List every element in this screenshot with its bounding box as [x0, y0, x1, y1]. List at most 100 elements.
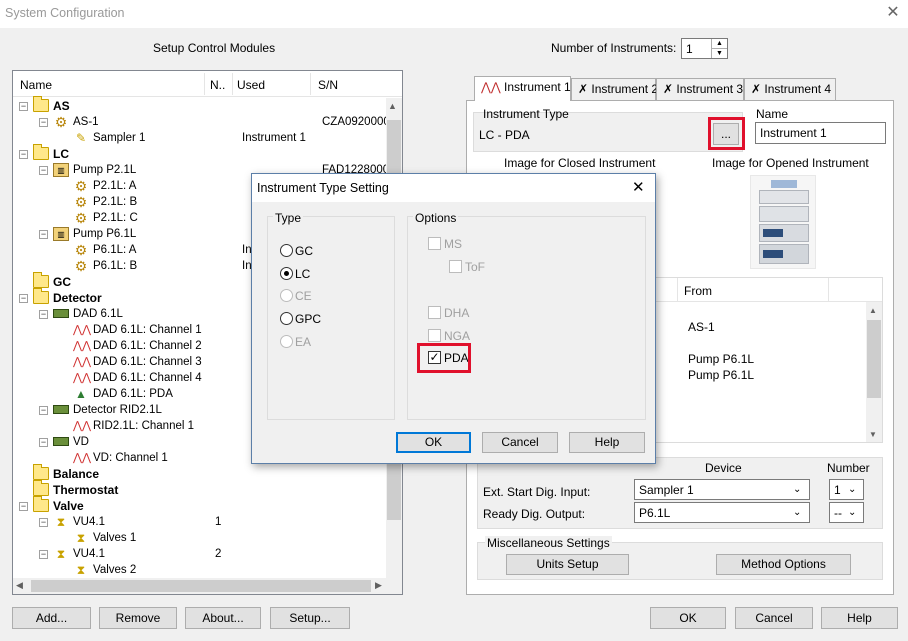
scroll-up-icon[interactable]: ▲ — [869, 306, 877, 315]
column-name[interactable]: Name — [20, 78, 52, 92]
folder-icon — [33, 288, 49, 304]
method-options-button[interactable]: Method Options — [716, 554, 851, 575]
close-icon[interactable]: ✕ — [632, 178, 645, 196]
help-button[interactable]: Help — [821, 607, 898, 629]
scroll-down-icon[interactable]: ▼ — [869, 430, 877, 439]
tab-instrument-1[interactable]: ⋀⋀ Instrument 1 — [474, 76, 571, 101]
from-column[interactable]: From — [684, 284, 712, 298]
tree-item[interactable]: ⧗ Valves 1 — [13, 530, 385, 546]
pen-icon: ✎ — [75, 131, 87, 145]
add-button[interactable]: Add... — [12, 607, 91, 629]
tree-item[interactable]: ⧗ Valves 2 — [13, 562, 385, 578]
dialog-ok-button[interactable]: OK — [396, 432, 471, 453]
cancel-button[interactable]: Cancel — [735, 607, 813, 629]
window-title: System Configuration — [5, 6, 125, 20]
type-radio-label: CE — [295, 289, 312, 303]
dialog-help-button[interactable]: Help — [569, 432, 645, 453]
tree-item-label: Valves 2 — [93, 564, 137, 576]
name-label: Name — [756, 107, 789, 121]
spin-up-icon[interactable]: ▲ — [711, 39, 727, 48]
about-button[interactable]: About... — [185, 607, 261, 629]
collapse-toggle-icon[interactable]: − — [19, 150, 28, 159]
instrument-type-dialog: Instrument Type Setting ✕ Type GC LC CE GPC… — [251, 173, 656, 464]
collapse-toggle-icon[interactable]: − — [39, 166, 48, 175]
collapse-toggle-icon[interactable]: − — [19, 102, 28, 111]
tab-instrument-2[interactable]: ✗ Instrument 2 — [571, 78, 658, 100]
tree-item-label: P2.1L: C — [93, 212, 138, 224]
folder-icon — [33, 96, 49, 112]
ready-device-select[interactable]: P6.1L ⌄ — [634, 502, 810, 523]
tree-item[interactable]: Balance — [13, 464, 385, 482]
close-icon[interactable]: ✕ — [884, 3, 902, 23]
scroll-thumb[interactable] — [867, 320, 881, 398]
collapse-toggle-icon[interactable]: − — [39, 230, 48, 239]
tree-item[interactable]: − ⧗ VU4.1 2 — [13, 546, 385, 562]
collapse-toggle-icon[interactable]: − — [39, 518, 48, 527]
tree-item[interactable]: Thermostat — [13, 480, 385, 498]
collapse-toggle-icon[interactable]: − — [39, 118, 48, 127]
tree-horizontal-scrollbar[interactable]: ◀ ▶ — [13, 578, 386, 594]
ext-start-device-select[interactable]: Sampler 1 ⌄ — [634, 479, 810, 500]
list-scrollbar[interactable]: ▲ ▼ — [866, 302, 882, 442]
valve-icon: ⧗ — [56, 515, 66, 529]
type-radio-gc[interactable] — [280, 244, 293, 257]
tree-item[interactable]: − LC — [13, 144, 385, 162]
option-checkbox-label: ToF — [465, 260, 486, 274]
pda-icon: ▲ — [75, 387, 87, 401]
ext-start-number-select[interactable]: 1 ⌄ — [829, 479, 864, 500]
collapse-toggle-icon[interactable]: − — [19, 502, 28, 511]
tree-item-label: GC — [53, 275, 71, 289]
tree-item-label: Thermostat — [53, 483, 119, 497]
collapse-toggle-icon[interactable]: − — [39, 310, 48, 319]
column-n[interactable]: N.. — [210, 78, 225, 92]
valve-icon: ⧗ — [76, 531, 86, 545]
image-closed-label: Image for Closed Instrument — [504, 156, 656, 170]
tree-item-label: DAD 6.1L: Channel 3 — [93, 356, 202, 368]
folder-icon — [33, 272, 49, 288]
setup-button[interactable]: Setup... — [270, 607, 350, 629]
tree-item[interactable]: − AS — [13, 96, 385, 114]
valve-icon: ⧗ — [56, 547, 66, 561]
type-label: Type — [273, 211, 304, 225]
tree-item[interactable]: − Valve — [13, 496, 385, 514]
channel-icon: ⋀⋀ — [73, 356, 92, 368]
scroll-left-icon[interactable]: ◀ — [16, 580, 23, 591]
scroll-right-icon[interactable]: ▶ — [375, 580, 382, 591]
units-setup-button[interactable]: Units Setup — [506, 554, 629, 575]
spin-down-icon[interactable]: ▼ — [711, 48, 727, 58]
tab-instrument-4[interactable]: ✗ Instrument 4 — [744, 78, 836, 100]
collapse-toggle-icon[interactable]: − — [39, 406, 48, 415]
tree-item-label: VU4.1 — [73, 548, 105, 560]
type-radio-ce — [280, 289, 293, 302]
device-header: Device — [705, 461, 742, 475]
collapse-toggle-icon[interactable]: − — [19, 294, 28, 303]
opened-instrument-image[interactable] — [750, 175, 816, 269]
collapse-toggle-icon[interactable]: − — [39, 438, 48, 447]
channel-icon: ⋀⋀ — [73, 420, 92, 432]
tree-item-serial: CZA0920000 — [322, 116, 390, 128]
tab-instrument-3[interactable]: ✗ Instrument 3 — [656, 78, 744, 100]
type-radio-gpc[interactable] — [280, 312, 293, 325]
collapse-toggle-icon[interactable]: − — [39, 550, 48, 559]
tree-item-label: Balance — [53, 467, 100, 481]
column-used[interactable]: Used — [237, 78, 265, 92]
tree-item[interactable]: ✎ Sampler 1 Instrument 1 — [13, 130, 385, 146]
ok-button[interactable]: OK — [650, 607, 726, 629]
ready-number-select[interactable]: -- ⌄ — [829, 502, 864, 523]
remove-button[interactable]: Remove — [99, 607, 177, 629]
hscroll-thumb[interactable] — [31, 580, 371, 592]
tree-item[interactable]: − ⚙ AS-1 CZA0920000 — [13, 114, 390, 130]
dialog-cancel-button[interactable]: Cancel — [482, 432, 558, 453]
tree-item[interactable]: − ⧗ VU4.1 1 — [13, 514, 385, 530]
list-item: Pump P6.1L — [688, 352, 755, 366]
num-instruments-spinner[interactable]: 1 ▲ ▼ — [681, 38, 728, 59]
title-bar: System Configuration ✕ — [0, 0, 908, 28]
chromatogram-icon: ⋀⋀ — [481, 80, 501, 94]
column-sn[interactable]: S/N — [318, 78, 338, 92]
type-radio-lc[interactable] — [280, 267, 293, 280]
list-item: Pump P6.1L — [688, 368, 755, 382]
scroll-up-icon[interactable]: ▲ — [388, 101, 397, 111]
tree-item-label: Detector RID2.1L — [73, 404, 162, 416]
gear-icon: ⚙ — [74, 210, 88, 226]
instrument-name-field[interactable]: Instrument 1 — [755, 122, 886, 144]
